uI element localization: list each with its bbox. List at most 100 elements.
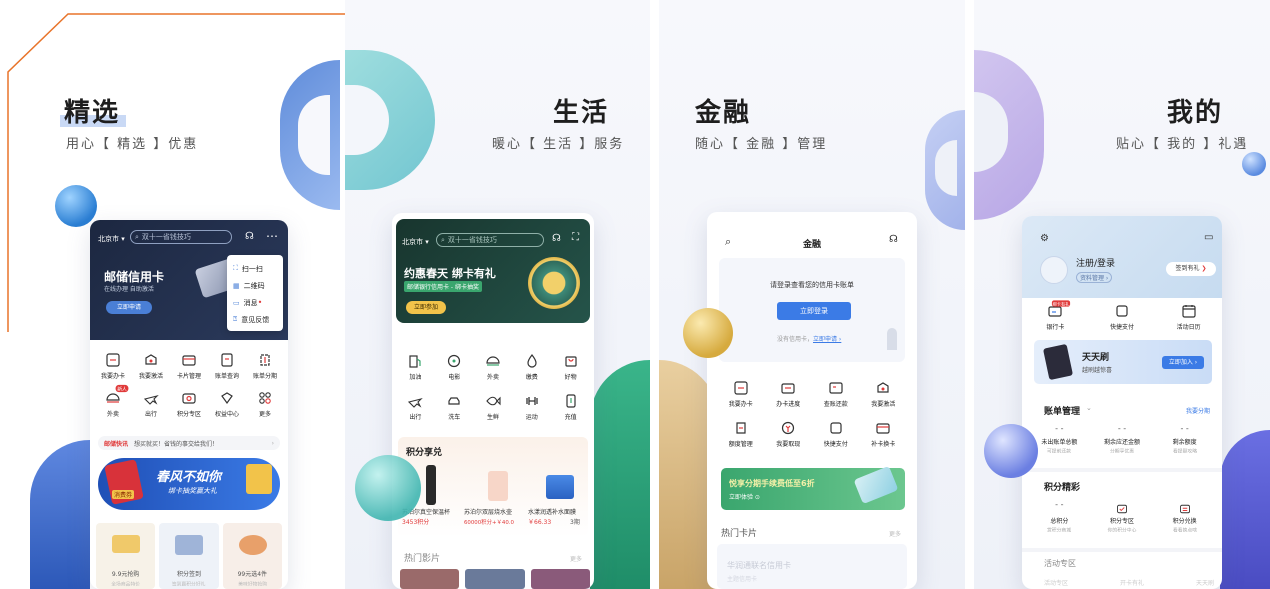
signin-gift-button[interactable]: 签到有礼 ❯ [1166,262,1216,276]
grid-item[interactable]: 加油 [396,353,435,381]
more-icon[interactable]: ⋯ [266,229,278,243]
banner-title: 天天刷 [1082,353,1110,363]
progress-icon [781,383,795,394]
grid-item[interactable]: 补卡换卡 [860,420,908,448]
promo-title: 春风不如你 [156,470,222,485]
crown-image [112,535,140,553]
apply-link[interactable]: 立即申请 › [813,336,841,343]
activity-item[interactable]: 活动专区 [1044,578,1068,587]
quick-pay-icon [1116,305,1128,317]
grid-item[interactable]: 外卖 [474,353,513,381]
thermos-image [426,465,436,505]
fruit-image [238,535,267,555]
grid-item[interactable]: 更多 [246,390,284,418]
movie-poster[interactable] [400,569,460,589]
no-card-text: 没有信用卡，立即申请 › [777,336,842,343]
movie-poster[interactable] [530,569,590,589]
grid-item[interactable]: 额度管理 [717,420,765,448]
points-stat[interactable]: 积分兑换 看看换点啥 [1155,500,1215,534]
avatar[interactable] [1040,256,1068,284]
grid-item[interactable]: 我要办卡 [94,352,132,380]
message-icon[interactable]: ▭ [1204,232,1213,243]
page-subtitle: 暖心【 生活 】服务 [492,137,625,152]
grid-item[interactable]: 卡片管理 [170,352,208,380]
grid-item[interactable]: 运动 [512,393,551,421]
menu-item-qrcode[interactable]: ▦ 二维码 [233,277,277,294]
grid-item[interactable]: 新人 外卖 [94,384,132,418]
quick-item-calendar[interactable]: 活动日历 [1164,303,1214,331]
search-input[interactable]: ⌕ 双十一省钱技巧 [130,230,232,244]
login-button[interactable]: 立即登录 [777,302,851,320]
menu-item-scan[interactable]: ⛶ 扫一扫 [233,260,277,277]
grid-item[interactable]: 缴费 [512,353,551,381]
function-grid: 我要办卡 办卡进度 查账还款 我要激活 额度管理 我要取现 快捷支付 补卡换卡 [717,380,907,448]
grid-item[interactable]: 账单分期 [246,352,284,380]
grid-item[interactable]: 我要办卡 [717,380,765,408]
news-text: 想买就买！省钱的事交给我们！ [134,440,219,448]
grid-item[interactable]: 我要激活 [860,380,908,408]
grid-item[interactable]: 权益中心 [208,390,246,418]
quick-pay-icon [830,422,842,434]
grid-item[interactable]: 我要激活 [132,352,170,380]
promo-card[interactable]: 9.9元抢购 全场商品特价 [96,523,156,589]
grid-item[interactable]: 洗车 [435,393,474,421]
headset-icon[interactable]: ☊ [245,231,254,242]
grid-item[interactable]: 我要取现 [765,420,813,448]
grid-item[interactable]: 充值 [551,393,590,421]
news-ticker[interactable]: 邮储快讯 想买就买！省钱的事交给我们！ › [98,436,280,450]
bill-stat[interactable]: - - 剩余应还金额 分期享优惠 [1092,424,1152,455]
menu-item-messages[interactable]: ▭ 消息 • [233,294,277,311]
promo-card[interactable]: 积分签到 签到赢积分好礼 [159,523,219,589]
movie-poster[interactable] [465,569,525,589]
section-title: 账单管理 [1044,407,1081,417]
points-stat[interactable]: - - 总积分 赏积分商城 [1029,500,1089,534]
activity-item[interactable]: 开卡有礼 [1120,578,1144,587]
join-now-button[interactable]: 立即参加 [406,301,446,314]
login-link[interactable]: 注册/登录 [1076,256,1115,269]
grid-item[interactable]: 出行 [132,390,170,418]
points-stat[interactable]: 积分专区 你的积分中心 [1092,500,1152,534]
grid-item[interactable]: 出行 [396,393,435,421]
grid-item[interactable]: 办卡进度 [765,380,813,408]
more-link[interactable]: 更多 [889,529,901,538]
carousel-dots [182,515,198,530]
grid-item[interactable]: 好物 [551,353,590,381]
headset-icon[interactable]: ☊ [889,234,898,245]
panel-finance: 金融 随心【 金融 】管理 ⌕ 金融 ☊ 请登录查看您的信用卡账单 立即登录 没… [659,0,965,589]
menu-item-feedback[interactable]: ⍰ 意见反馈 [233,311,277,328]
scan-icon[interactable]: ⛶ [572,232,579,243]
activity-item[interactable]: 天天刷 [1196,578,1214,587]
quick-item-bankcard[interactable]: 绑卡有礼 银行卡 [1030,300,1080,331]
grid-item[interactable]: 账单查询 [208,352,246,380]
promo-card[interactable]: 99元选4件 美味好物抢购 [222,523,282,589]
more-link[interactable]: 更多 [570,554,582,563]
installment-banner[interactable]: 悦享分期手续费低至6折 立即体验 ⊙ [721,465,905,510]
profile-manage-button[interactable]: 资料管理 › [1076,272,1113,283]
quick-actions: 绑卡有礼 银行卡 快捷支付 活动日历 [1022,300,1222,334]
daily-swipe-banner[interactable]: 天天刷 越刷越惊喜 立即加入 › [1034,340,1212,384]
quick-item-pay[interactable]: 快捷支付 [1097,303,1147,331]
promo-banner[interactable]: 消费券 春风不如你 绑卡抽奖赢大礼 [98,458,280,510]
takeout-icon [106,393,120,403]
points-exchange-section: 积分享兑 苏泊尔真空保温杯 3453积分 苏泊尔双层烧水壶 60000积分+￥4… [398,437,588,537]
join-button[interactable]: 立即加入 › [1162,356,1204,369]
grid-item[interactable]: 快捷支付 [812,420,860,448]
search-input[interactable]: ⌕ 双十一省钱技巧 [436,233,544,247]
settings-icon[interactable]: ⚙ [1040,233,1049,244]
hot-card-item[interactable]: 华润通联名信用卡 主题信用卡 [717,544,907,589]
grid-item[interactable]: 积分专区 [170,390,208,418]
grid-item[interactable]: 电影 [435,353,474,381]
headset-icon[interactable]: ☊ [552,233,561,244]
chevron-down-icon[interactable]: ⌄ [1086,404,1092,412]
city-selector[interactable]: 北京市 ▾ [98,234,125,244]
screenshot-collage: 精选 用心【 精选 】优惠 北京市 ▾ ⌕ 双十一省钱技巧 ☊ ⋯ 邮储信用卡 在… [0,0,1270,589]
bill-stat[interactable]: - - 未出账单总额 可提前还款 [1029,424,1089,455]
apply-now-button[interactable]: 立即申请 [106,301,152,314]
bill-stat[interactable]: - - 剩余额度 看提额攻略 [1155,424,1215,455]
grid-item[interactable]: 生鲜 [474,393,513,421]
grid-item[interactable]: 查账还款 [812,380,860,408]
activate-icon [145,354,157,365]
city-selector[interactable]: 北京市 ▾ [402,237,429,247]
banner-subtitle: 立即体验 ⊙ [729,494,760,501]
installment-link[interactable]: 我要分期 [1186,406,1210,415]
